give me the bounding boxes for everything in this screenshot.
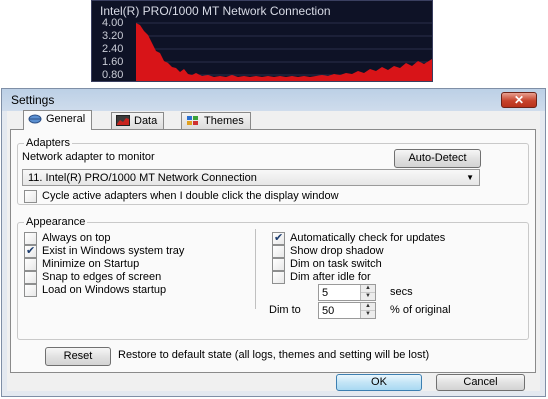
y-tick-label: 4.00: [102, 17, 124, 29]
appearance-group: Appearance Always on top Exist in Window…: [17, 216, 529, 340]
general-tab-panel: Adapters Network adapter to monitor Auto…: [10, 129, 536, 373]
spin-up-icon[interactable]: ▲: [361, 285, 375, 293]
graph-gridlines: [136, 22, 432, 76]
adapters-group: Adapters Network adapter to monitor Auto…: [17, 137, 529, 205]
title-bar[interactable]: Settings ✕: [2, 89, 545, 111]
reset-button[interactable]: Reset: [45, 347, 111, 366]
idle-seconds-spin-buttons[interactable]: ▲ ▼: [360, 285, 375, 300]
cancel-button[interactable]: Cancel: [436, 374, 525, 391]
monitor-title: Intel(R) PRO/1000 MT Network Connection: [100, 4, 331, 18]
idle-unit-label: secs: [390, 286, 413, 298]
settings-window: Settings ✕ General Data Themes Adapters …: [1, 88, 546, 397]
drop-shadow-checkbox[interactable]: [272, 245, 285, 258]
close-icon[interactable]: ✕: [514, 93, 524, 107]
snap-edges-label[interactable]: Snap to edges of screen: [42, 271, 161, 283]
window-title: Settings: [11, 93, 55, 107]
drop-shadow-label[interactable]: Show drop shadow: [290, 245, 384, 257]
y-tick-label: 1.60: [102, 56, 124, 68]
auto-update-checkbox[interactable]: [272, 231, 285, 245]
system-tray-checkbox[interactable]: [24, 244, 37, 258]
dim-task-switch-label[interactable]: Dim on task switch: [290, 258, 382, 270]
load-startup-label[interactable]: Load on Windows startup: [42, 284, 166, 296]
y-tick-label: 3.20: [102, 30, 124, 42]
cycle-adapters-checkbox[interactable]: [24, 190, 37, 203]
dim-to-stepper[interactable]: 50 ▲ ▼: [318, 302, 376, 319]
appearance-group-title: Appearance: [24, 216, 88, 228]
network-monitor-widget[interactable]: Intel(R) PRO/1000 MT Network Connection …: [91, 0, 433, 82]
network-icon: [28, 114, 42, 124]
chevron-down-icon[interactable]: ▼: [466, 173, 474, 182]
adapters-group-title: Adapters: [24, 137, 73, 149]
adapter-select[interactable]: 11. Intel(R) PRO/1000 MT Network Connect…: [22, 169, 480, 186]
dim-to-spin-buttons[interactable]: ▲ ▼: [360, 303, 375, 318]
traffic-area: [136, 23, 432, 81]
dim-to-label: Dim to: [269, 304, 301, 316]
tab-general[interactable]: General: [23, 110, 93, 130]
load-startup-checkbox[interactable]: [24, 284, 37, 297]
auto-detect-button[interactable]: Auto-Detect: [394, 149, 481, 168]
idle-seconds-stepper[interactable]: 5 ▲ ▼: [318, 284, 376, 301]
tab-themes-label: Themes: [204, 115, 244, 127]
system-tray-label[interactable]: Exist in Windows system tray: [42, 245, 184, 257]
minimize-startup-label[interactable]: Minimize on Startup: [42, 258, 139, 270]
dim-to-unit-label: % of original: [390, 304, 451, 316]
window-client-area: General Data Themes Adapters Network ada…: [7, 110, 540, 391]
dim-idle-checkbox[interactable]: [272, 271, 285, 284]
palette-icon: [187, 116, 198, 125]
close-button[interactable]: ✕: [501, 92, 537, 108]
snap-edges-checkbox[interactable]: [24, 271, 37, 284]
minimize-startup-checkbox[interactable]: [24, 258, 37, 271]
ok-button[interactable]: OK: [336, 374, 422, 391]
tab-data[interactable]: Data: [111, 112, 165, 129]
chart-icon: [116, 115, 130, 126]
y-tick-label: 2.40: [102, 43, 124, 55]
adapter-label: Network adapter to monitor: [22, 151, 155, 163]
tab-general-label: General: [46, 113, 86, 125]
column-divider: [255, 229, 256, 309]
dim-idle-label[interactable]: Dim after idle for: [290, 271, 371, 283]
auto-update-label[interactable]: Automatically check for updates: [290, 232, 445, 244]
tab-themes[interactable]: Themes: [181, 112, 251, 129]
adapter-select-value: 11. Intel(R) PRO/1000 MT Network Connect…: [28, 172, 257, 184]
spin-down-icon[interactable]: ▼: [361, 293, 375, 300]
spin-up-icon[interactable]: ▲: [361, 303, 375, 311]
reset-description: Restore to default state (all logs, them…: [118, 349, 430, 361]
cycle-adapters-label[interactable]: Cycle active adapters when I double clic…: [42, 190, 339, 202]
y-tick-label: 0.80: [102, 69, 124, 81]
idle-seconds-value[interactable]: 5: [322, 287, 328, 299]
dim-to-value[interactable]: 50: [322, 305, 334, 317]
tab-data-label: Data: [134, 115, 158, 127]
always-on-top-label[interactable]: Always on top: [42, 232, 110, 244]
dim-task-switch-checkbox[interactable]: [272, 258, 285, 271]
spin-down-icon[interactable]: ▼: [361, 311, 375, 318]
